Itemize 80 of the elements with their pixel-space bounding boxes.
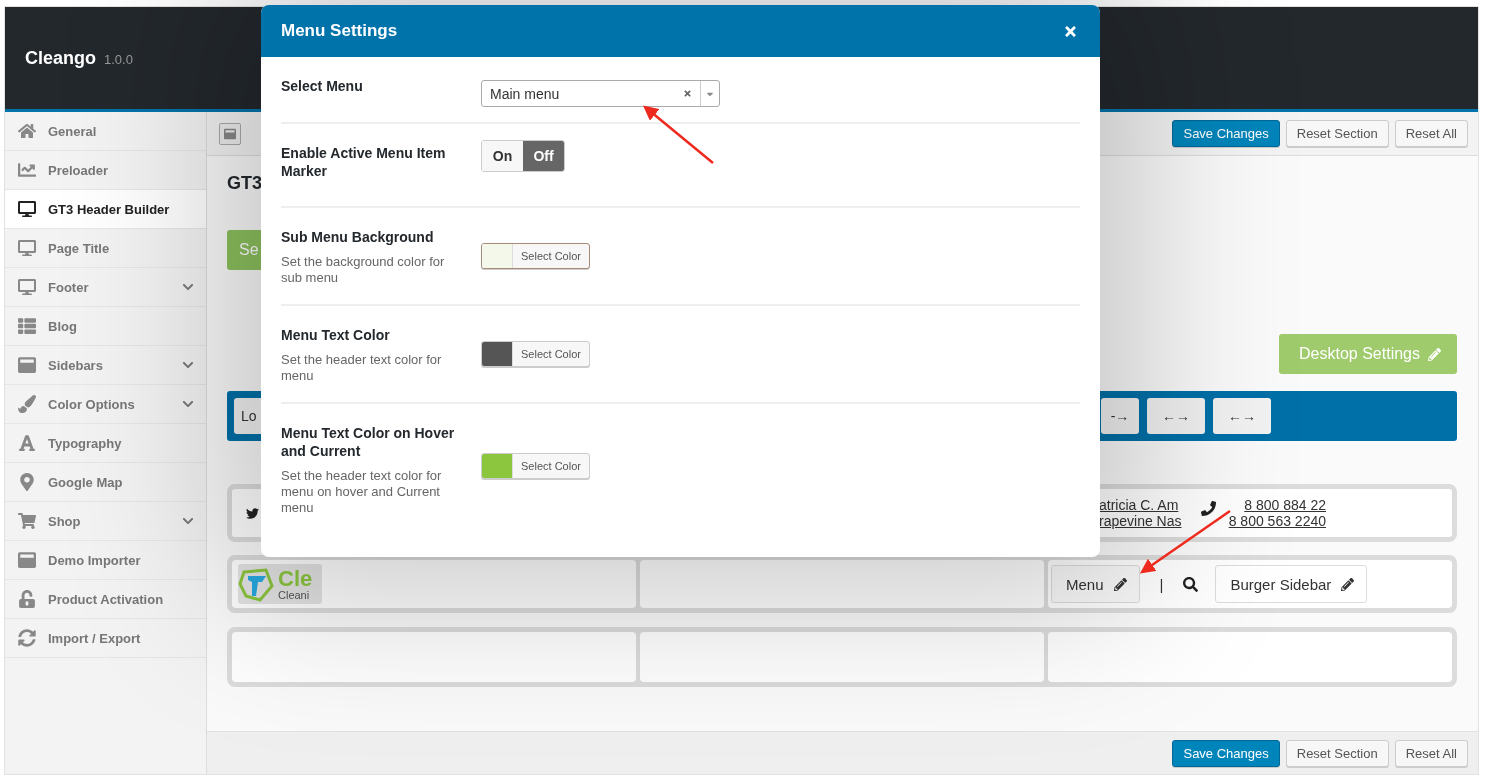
home-icon [18,122,36,140]
phone-number: 8 800 884 22 [1244,497,1326,513]
toggle-option[interactable]: On [482,141,523,171]
chevron-icon[interactable] [182,359,194,371]
sidebar-item[interactable]: Google Map [5,463,206,502]
chart-icon [18,161,36,179]
section-heading: GT3 [227,173,262,194]
window-icon [18,356,36,374]
menu-select[interactable]: Main menu [481,80,720,107]
phone-icon [1201,500,1216,516]
reset-button[interactable]: Reset Section [1285,739,1389,767]
menu-button[interactable]: Menu [1051,565,1140,603]
chevron-icon[interactable] [182,398,194,410]
dialog-title: Menu Settings [281,21,398,41]
annotation-arrow [643,105,714,164]
separator-text: | [1159,575,1164,593]
app-title: Cleango [25,47,96,69]
save-button[interactable]: Save Changes [1172,120,1280,147]
monitor-icon [18,239,36,257]
logo-subtitle: Cleani [278,589,311,601]
save-button[interactable]: Save Changes [1172,739,1280,767]
map-pin-icon [18,473,36,491]
setting-description: Set the header text color for menu [281,352,443,384]
reset-button[interactable]: Reset All [1394,120,1468,147]
sidebar-item[interactable]: Color Options [5,385,206,424]
sidebar-item[interactable]: Typography [5,424,206,463]
sidebar-item[interactable]: Blog [5,307,206,346]
brush-icon [18,395,36,413]
pencil-icon [1113,577,1127,591]
clear-icon[interactable] [683,89,692,98]
address-text: atricia C. Am [1099,497,1180,513]
close-button[interactable] [1063,23,1078,39]
window-icon [18,551,36,569]
monitor-icon [18,200,36,218]
layout-icon[interactable] [219,122,241,145]
sidebar-item[interactable]: Sidebars [5,346,206,385]
cart-icon [18,512,36,530]
color-picker[interactable]: Select Color [481,243,590,269]
sidebar-item[interactable]: Shop [5,502,206,541]
setting-label: Sub Menu Background [281,228,435,246]
bar-button[interactable]: Lo [234,398,262,434]
app-version: 1.0.0 [104,52,133,67]
setting-label: Select Menu [281,77,364,95]
sidebar-item[interactable]: Demo Importer [5,541,206,580]
reset-button[interactable]: Reset All [1394,739,1468,767]
sidebar-item[interactable]: Product Activation [5,580,206,619]
monitor-icon [18,278,36,296]
sidebar-item[interactable]: Footer [5,268,206,307]
arrow-button[interactable]: ←→ [1213,398,1271,434]
toggle-option[interactable]: Off [523,141,564,171]
twitter-icon [246,506,259,520]
arrow-button[interactable]: ←→ [1147,398,1205,434]
burger-sidebar-button[interactable]: Burger Sidebar [1215,565,1368,603]
reset-button[interactable]: Reset Section [1285,120,1389,147]
font-icon [18,434,36,452]
setting-label: Menu Text Color on Hover and Current [281,424,456,460]
arrow-button[interactable]: -→ [1101,398,1139,434]
chevron-icon[interactable] [182,515,194,527]
logo-icon [238,566,274,602]
setting-description: Set the header text color for menu on hover and Current menu [281,468,443,516]
chevron-icon[interactable] [182,281,194,293]
sidebar-item[interactable]: General [5,112,206,151]
pencil-icon [1428,347,1441,361]
sidebar-item[interactable]: Page Title [5,229,206,268]
sidebar-item[interactable]: Import / Export [5,619,206,658]
address-text: rapevine Nas [1099,513,1183,529]
list-icon [18,317,36,335]
pencil-icon [1341,577,1355,591]
setting-label: Menu Text Color [281,326,391,344]
setting-description: Set the background color for sub menu [281,254,446,286]
sidebar-item[interactable]: GT3 Header Builder [5,190,206,229]
search-icon[interactable] [1183,576,1199,592]
color-picker[interactable]: Select Color [481,452,590,479]
phone-number: 8 800 563 2240 [1228,513,1326,529]
color-picker[interactable]: Select Color [481,341,590,367]
unlock-icon [18,590,36,608]
sync-icon [18,629,36,647]
select-value: Main menu [489,85,561,102]
setting-label: Enable Active Menu Item Marker [281,144,447,180]
logo-title: Cle [278,567,313,590]
